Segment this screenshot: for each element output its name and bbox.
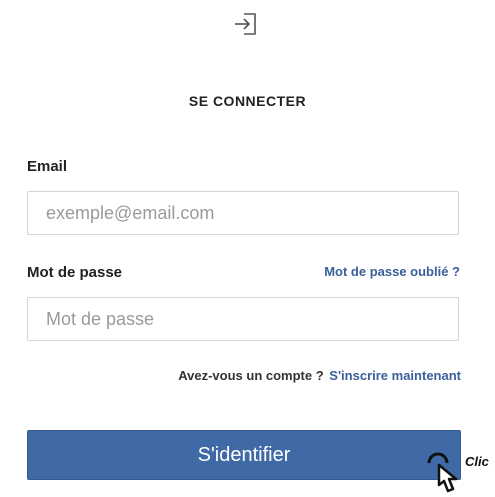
page-title: SE CONNECTER (188, 93, 307, 109)
email-field[interactable] (27, 191, 459, 235)
forgot-password-link[interactable]: Mot de passe oublié ? (324, 264, 460, 279)
signup-row: Avez-vous un compte ? S'inscrire mainten… (178, 368, 461, 383)
hand-pointer-icon (427, 452, 458, 493)
password-field[interactable] (27, 297, 459, 341)
account-prompt: Avez-vous un compte ? (178, 368, 324, 383)
hint-text: Clic (465, 454, 489, 469)
email-label: Email (27, 158, 68, 175)
click-hint: Clic (425, 445, 495, 497)
sign-in-button[interactable]: S'identifier (27, 430, 461, 480)
sign-in-icon (235, 13, 256, 35)
password-label: Mot de passe (27, 264, 123, 281)
signup-link[interactable]: S'inscrire maintenant (329, 368, 461, 383)
